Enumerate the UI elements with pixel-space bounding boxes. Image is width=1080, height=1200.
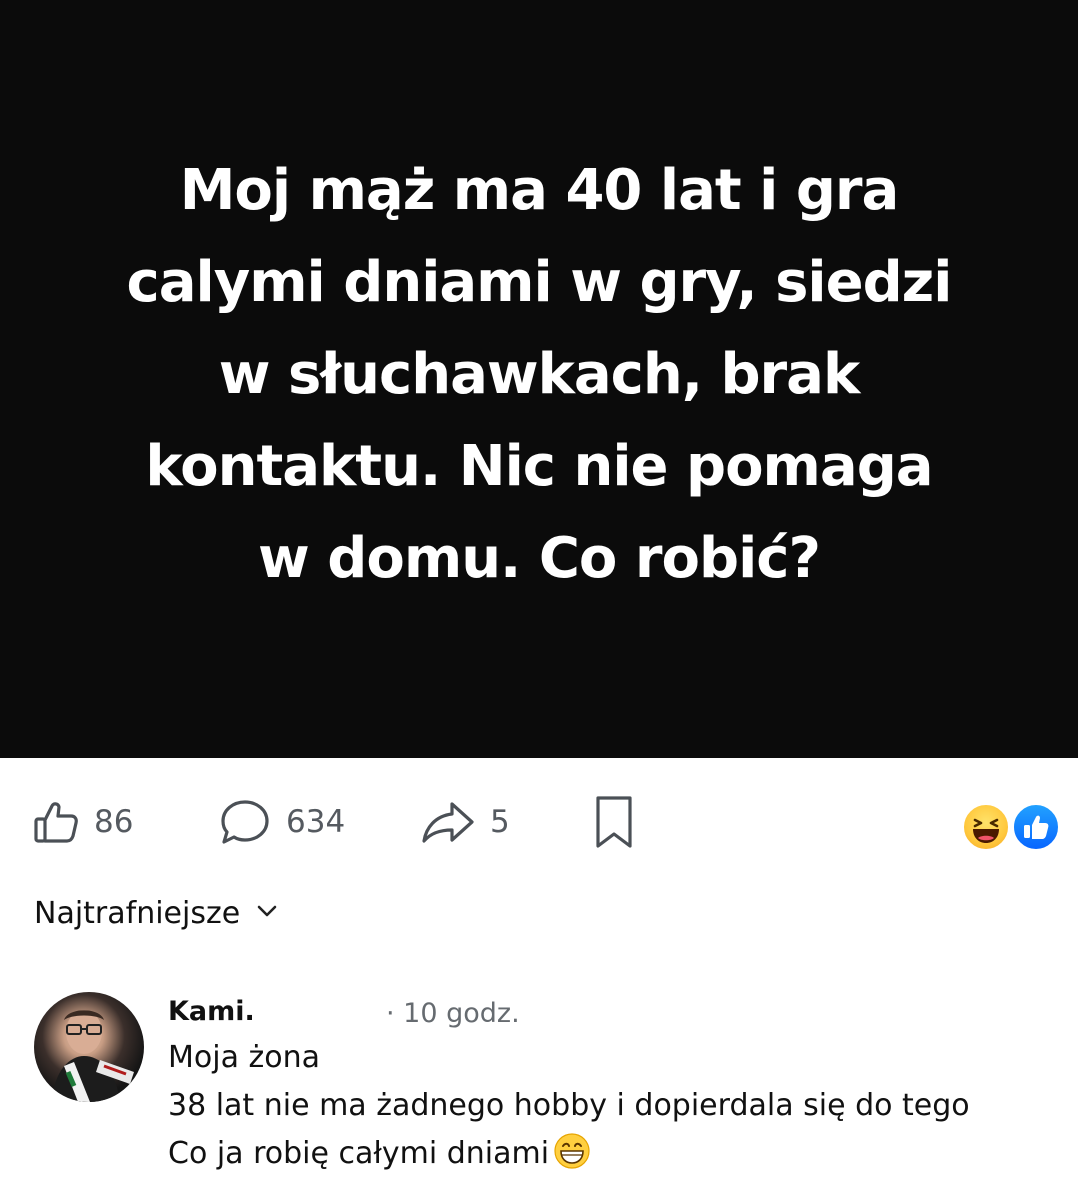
comment-line: 38 lat nie ma żadnego hobby i dopierdala… [168, 1088, 970, 1123]
share-button[interactable]: 5 [420, 790, 510, 854]
share-arrow-icon [420, 798, 476, 846]
chevron-down-icon [240, 904, 278, 923]
post-text-line: w domu. Co robić? [258, 526, 821, 591]
haha-reaction-icon [962, 803, 1010, 851]
like-reaction-icon [1012, 803, 1060, 851]
post-text-line: calymi dniami w gry, siedzi [126, 250, 953, 315]
reactions-summary[interactable] [962, 803, 1060, 851]
save-button[interactable] [592, 790, 636, 854]
comment-sort-dropdown[interactable]: Najtrafniejsze [34, 896, 278, 931]
bookmark-icon [592, 794, 636, 850]
grinning-face-emoji-icon [553, 1132, 591, 1170]
sort-label: Najtrafniejsze [34, 896, 241, 931]
like-button[interactable]: 86 [32, 790, 133, 854]
comment-line-text: Co ja robię całymi dniami [168, 1136, 550, 1171]
comment-text: Moja żona 38 lat nie ma żadnego hobby i … [168, 1034, 1068, 1178]
comment-button[interactable]: 634 [218, 790, 345, 854]
comment-line: Co ja robię całymi dniami [168, 1130, 1068, 1178]
post-image[interactable]: Moj mąż ma 40 lat i gra calymi dniami w … [0, 0, 1078, 758]
comment-timestamp[interactable]: · 10 godz. [386, 998, 520, 1029]
post-text-line: kontaktu. Nic nie pomaga [145, 434, 933, 499]
post-text: Moj mąż ma 40 lat i gra calymi dniami w … [69, 145, 1009, 605]
comment-count: 634 [286, 804, 346, 840]
avatar[interactable] [34, 992, 144, 1102]
post-text-line: w słuchawkach, brak [218, 342, 860, 407]
post-text-line: Moj mąż ma 40 lat i gra [179, 158, 900, 223]
comment-bubble-icon [218, 797, 272, 847]
comment-header: Kami. · 10 godz. [168, 990, 1068, 1034]
thumbs-up-icon [32, 798, 80, 846]
comment-line: Moja żona [168, 1040, 320, 1075]
comment-author[interactable]: Kami. [168, 996, 255, 1027]
comment-body: Kami. · 10 godz. Moja żona 38 lat nie ma… [168, 990, 1068, 1178]
like-count: 86 [94, 804, 134, 840]
share-count: 5 [490, 804, 510, 840]
post-actions-bar: 86 634 5 [0, 790, 1080, 854]
